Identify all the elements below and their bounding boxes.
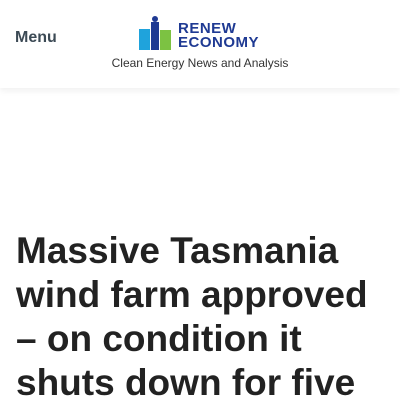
site-header: Menu RENEW ECONOMY Clean Energy News and… — [0, 0, 400, 88]
article-title: Massive Tasmania wind farm approved – on… — [16, 230, 368, 403]
menu-button[interactable]: Menu — [15, 29, 57, 47]
logo-mark-icon — [139, 16, 171, 50]
logo-line-2: ECONOMY — [178, 34, 260, 51]
site-tagline: Clean Energy News and Analysis — [111, 56, 289, 70]
logo-wordmark: RENEW ECONOMY — [178, 21, 260, 51]
site-logo[interactable]: RENEW ECONOMY — [139, 16, 264, 52]
